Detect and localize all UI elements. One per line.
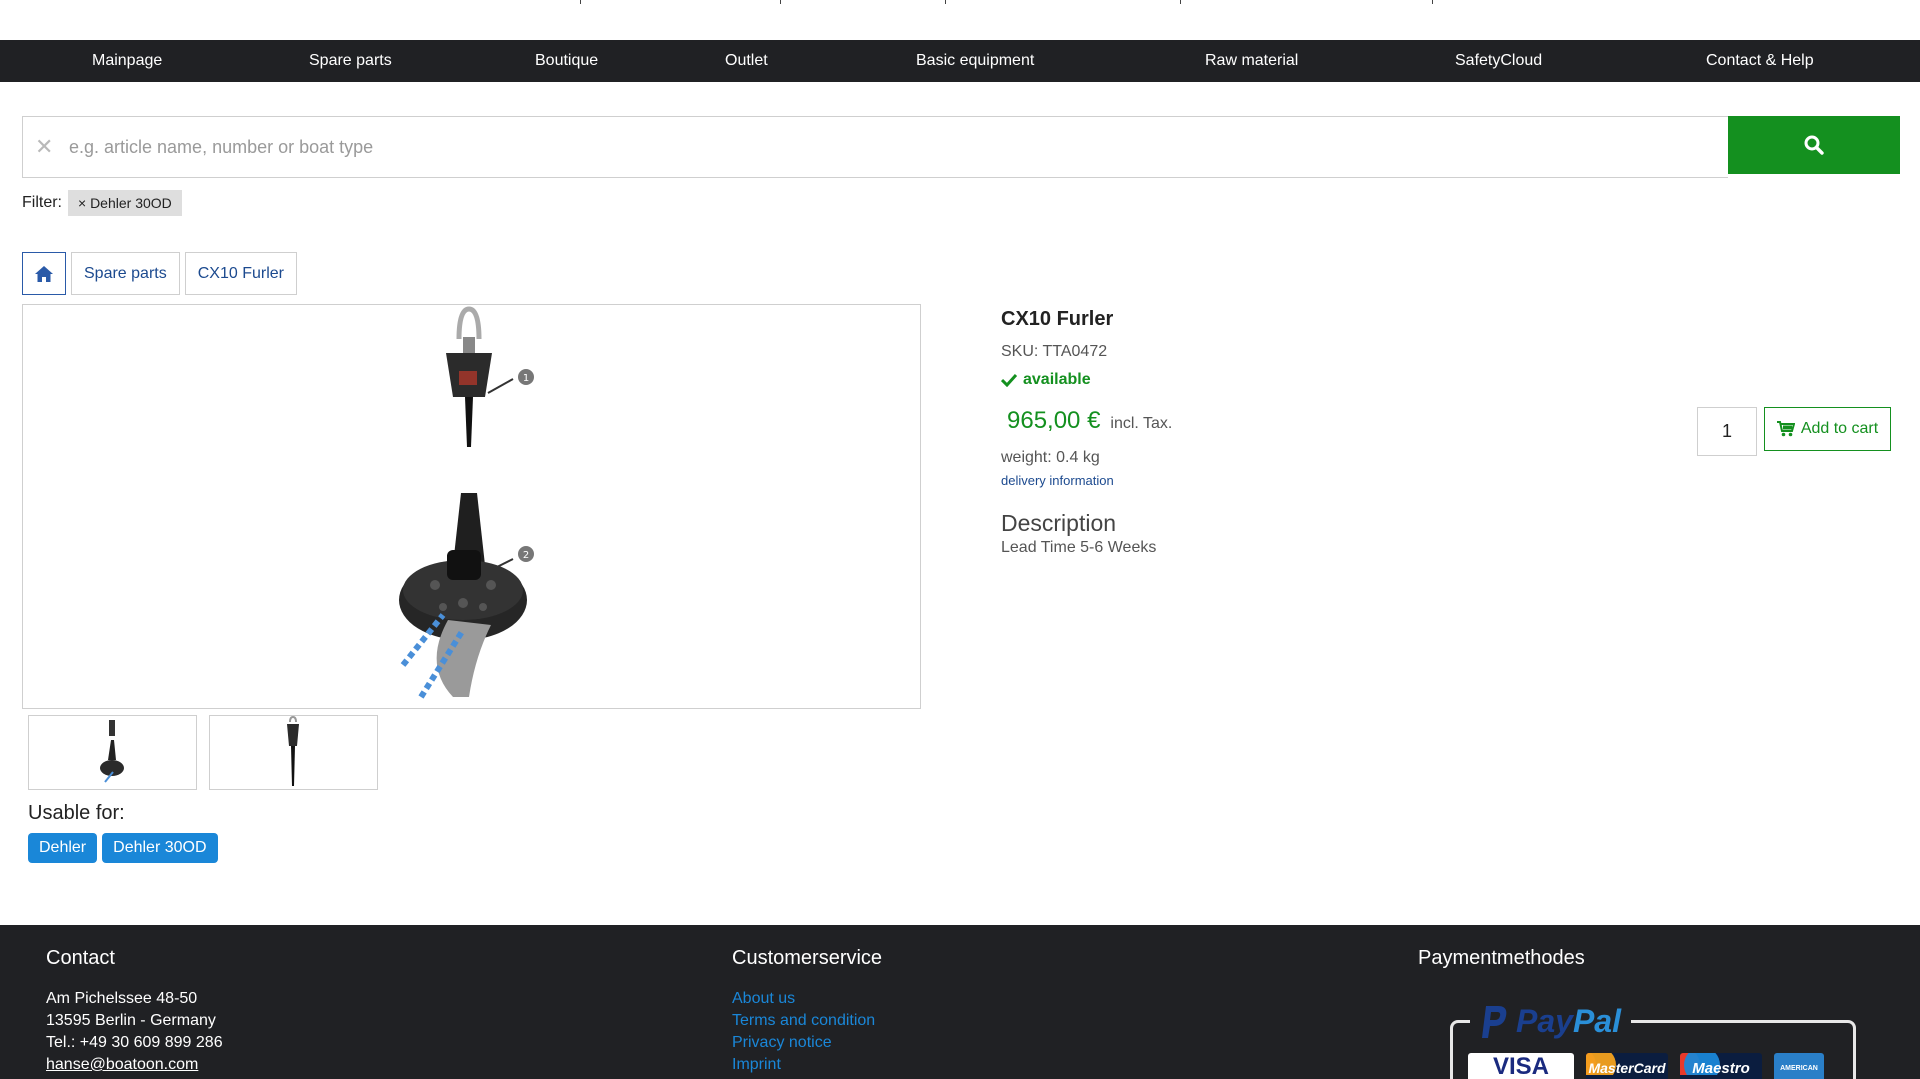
contact-email-link[interactable]: hanse@boatoon.com — [46, 1054, 223, 1076]
contact-address-line1: Am Pichelssee 48-50 — [46, 990, 198, 1007]
product-main-image[interactable]: 1 2 — [22, 304, 921, 709]
tax-note: incl. Tax. — [1110, 415, 1173, 432]
product-title: CX10 Furler — [1001, 308, 1114, 330]
thumbnail-image — [100, 720, 124, 783]
top-divider — [1180, 0, 1181, 4]
search-button[interactable] — [1728, 116, 1900, 174]
thumbnail-2[interactable] — [209, 715, 378, 790]
filter-label: Filter: — [22, 194, 62, 211]
footer-contact-heading: Contact — [46, 947, 115, 969]
thumbnail-strip — [28, 715, 378, 790]
breadcrumb-spare-parts[interactable]: Spare parts — [71, 252, 180, 295]
paypal-wordmark: PayPal — [1516, 1003, 1621, 1039]
add-to-cart-button[interactable]: Add to cart — [1764, 407, 1891, 451]
maestro-logo: Maestro — [1680, 1053, 1762, 1079]
search-icon — [1804, 135, 1824, 155]
add-to-cart-label: Add to cart — [1800, 420, 1879, 437]
furler-illustration: 1 2 — [399, 306, 534, 699]
footer-link-privacy[interactable]: Privacy notice — [732, 1032, 882, 1054]
nav-basic-equipment[interactable]: Basic equipment — [916, 40, 1034, 82]
availability-text: available — [1023, 371, 1091, 388]
product-weight: weight: 0.4 kg — [1001, 449, 1100, 466]
breadcrumb-cx10-furler[interactable]: CX10 Furler — [184, 252, 297, 295]
contact-address-line2: 13595 Berlin - Germany — [46, 1012, 216, 1029]
amex-logo: AMERICAN — [1774, 1053, 1824, 1079]
footer-payment: Paymentmethodes — [1418, 947, 1585, 970]
callout-2: 2 — [523, 550, 529, 561]
mastercard-logo: MasterCard — [1586, 1053, 1668, 1079]
checkmark-icon — [1001, 373, 1017, 387]
nav-contact-help[interactable]: Contact & Help — [1706, 40, 1814, 82]
footer-link-about-us[interactable]: About us — [732, 988, 882, 1010]
footer-customerservice: Customerservice About us Terms and condi… — [732, 947, 882, 1076]
top-strip — [0, 0, 1920, 40]
search-bar: ✕ — [22, 116, 1900, 178]
breadcrumb: Spare parts CX10 Furler — [22, 252, 297, 295]
cart-icon — [1776, 421, 1795, 437]
breadcrumb-home[interactable] — [22, 252, 66, 295]
filter-bar: Filter: × Dehler 30OD — [22, 190, 182, 216]
nav-outlet[interactable]: Outlet — [725, 40, 768, 82]
payment-cards: VISA MasterCard Maestro AMERICAN — [1468, 1053, 1824, 1079]
price-row: 965,00 € incl. Tax. — [1001, 407, 1701, 435]
nav-raw-material[interactable]: Raw material — [1205, 40, 1298, 82]
quantity-input[interactable] — [1697, 407, 1757, 456]
close-icon[interactable]: ✕ — [35, 136, 59, 158]
search-input[interactable] — [59, 117, 1728, 177]
delivery-information-link[interactable]: delivery information — [1001, 473, 1701, 488]
top-divider — [580, 0, 581, 4]
product-info: CX10 Furler SKU: TTA0472 available 965,0… — [1001, 308, 1701, 557]
usable-for-tags: Dehler Dehler 30OD — [28, 833, 218, 863]
top-divider — [780, 0, 781, 4]
description-text: Lead Time 5-6 Weeks — [1001, 539, 1157, 556]
nav-safetycloud[interactable]: SafetyCloud — [1455, 40, 1542, 82]
contact-phone: Tel.: +49 30 609 899 286 — [46, 1034, 223, 1051]
product-price: 965,00 € — [1007, 407, 1101, 434]
nav-mainpage[interactable]: Mainpage — [92, 40, 162, 82]
filter-chip-dehler-30od[interactable]: × Dehler 30OD — [68, 190, 182, 216]
site-footer: Contact Am Pichelssee 48-50 13595 Berlin… — [0, 925, 1920, 1079]
search-field: ✕ — [22, 116, 1728, 178]
thumbnail-image — [287, 715, 299, 786]
visa-card-logo: VISA — [1468, 1053, 1574, 1079]
nav-spare-parts[interactable]: Spare parts — [309, 40, 392, 82]
paypal-icon — [1482, 1005, 1507, 1038]
callout-1: 1 — [523, 373, 529, 384]
paypal-logo: PayPal — [1470, 1003, 1631, 1040]
footer-link-imprint[interactable]: Imprint — [732, 1054, 882, 1076]
footer-link-terms[interactable]: Terms and condition — [732, 1010, 882, 1032]
footer-contact: Contact Am Pichelssee 48-50 13595 Berlin… — [46, 947, 223, 1076]
tag-dehler[interactable]: Dehler — [28, 833, 98, 863]
footer-payment-heading: Paymentmethodes — [1418, 947, 1585, 969]
nav-boutique[interactable]: Boutique — [535, 40, 598, 82]
thumbnail-1[interactable] — [28, 715, 197, 790]
product-sku: SKU: TTA0472 — [1001, 343, 1108, 360]
top-divider — [945, 0, 946, 4]
usable-for-label: Usable for: — [28, 802, 125, 824]
main-navbar: Mainpage Spare parts Boutique Outlet Bas… — [0, 40, 1920, 82]
footer-service-heading: Customerservice — [732, 947, 883, 969]
description-heading: Description — [1001, 510, 1117, 536]
tag-dehler-30od[interactable]: Dehler 30OD — [102, 833, 218, 863]
home-icon — [35, 265, 53, 282]
top-divider — [1432, 0, 1433, 4]
availability-status: available — [1001, 371, 1701, 389]
